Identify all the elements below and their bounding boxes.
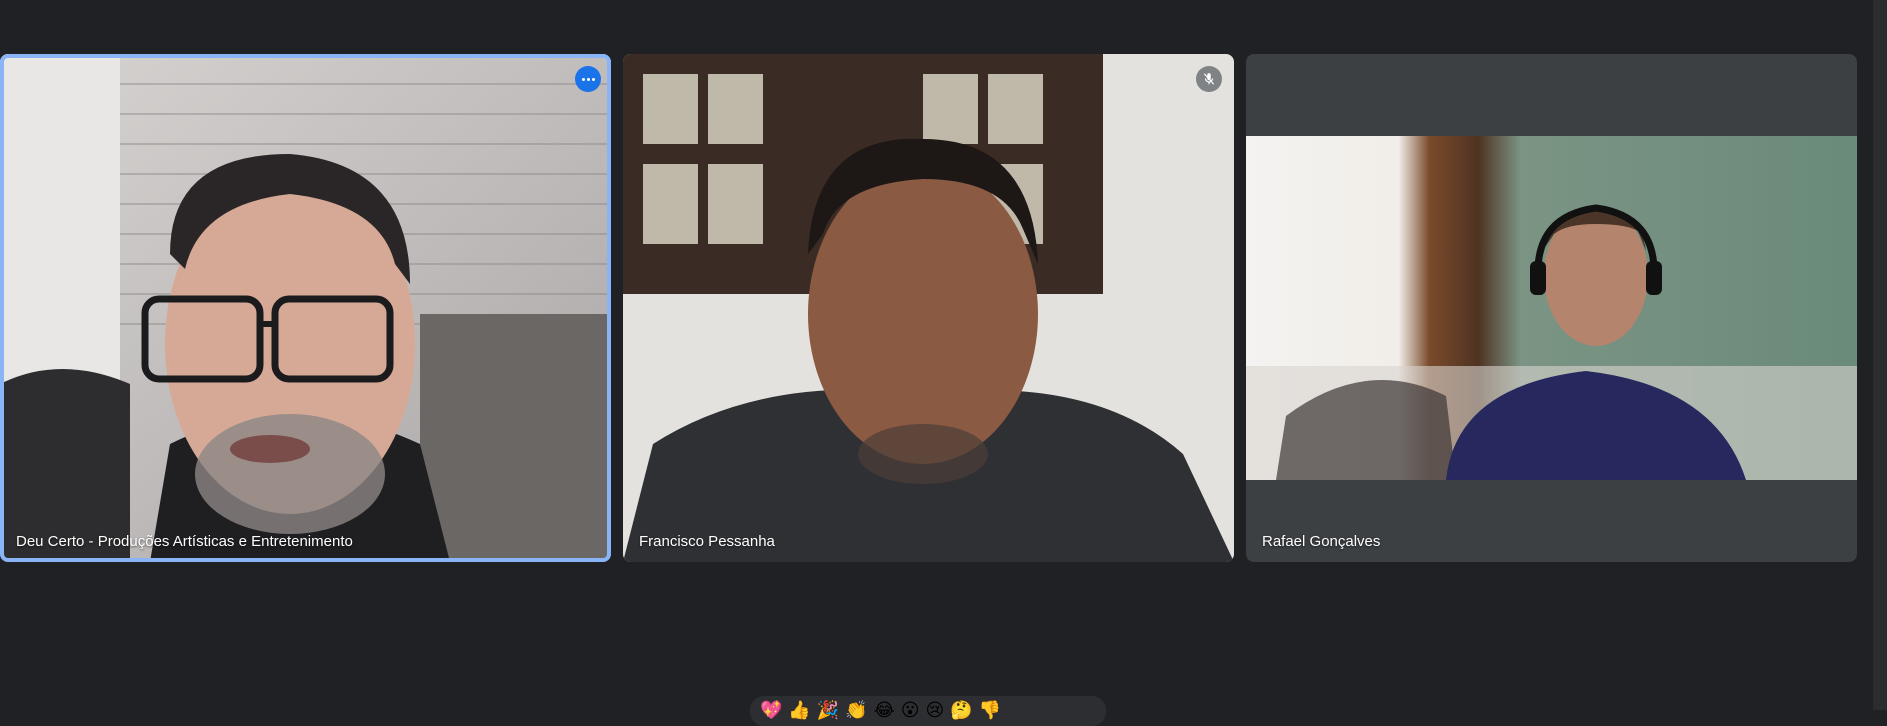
participant-name: Deu Certo - Produções Artísticas e Entre… [16,533,353,550]
more-options-button[interactable] [575,66,601,92]
participant-tile-deu-certo[interactable]: Deu Certo - Produções Artísticas e Entre… [0,54,611,562]
reaction-heart[interactable]: 💖 [760,702,782,720]
video-feed-deu-certo [0,54,611,562]
reaction-laugh[interactable]: 😂 [874,702,895,720]
participant-name: Rafael Gonçalves [1262,533,1381,550]
right-panel-edge [1858,0,1887,710]
mic-off-icon [1196,66,1222,92]
scrollbar[interactable] [1873,0,1887,710]
reaction-sad[interactable]: 😢 [926,702,945,720]
reaction-thinking[interactable]: 🤔 [950,702,972,720]
reaction-clap[interactable]: 👏 [845,702,867,720]
participant-tile-rafael[interactable]: Rafael Gonçalves [1246,54,1857,562]
more-horiz-icon [581,77,585,81]
video-feed-rafael [1246,136,1857,480]
video-feed-francisco [623,54,1234,562]
reaction-thumbs-down[interactable]: 👎 [979,702,1001,720]
reactions-bar: 💖 👍 🎉 👏 😂 😮 😢 🤔 👎 [750,696,1106,726]
reaction-thumbs-up[interactable]: 👍 [788,702,810,720]
reaction-party[interactable]: 🎉 [817,702,839,720]
participant-name: Francisco Pessanha [639,533,775,550]
reaction-surprised[interactable]: 😮 [901,702,920,720]
participant-tile-francisco[interactable]: Francisco Pessanha [623,54,1234,562]
